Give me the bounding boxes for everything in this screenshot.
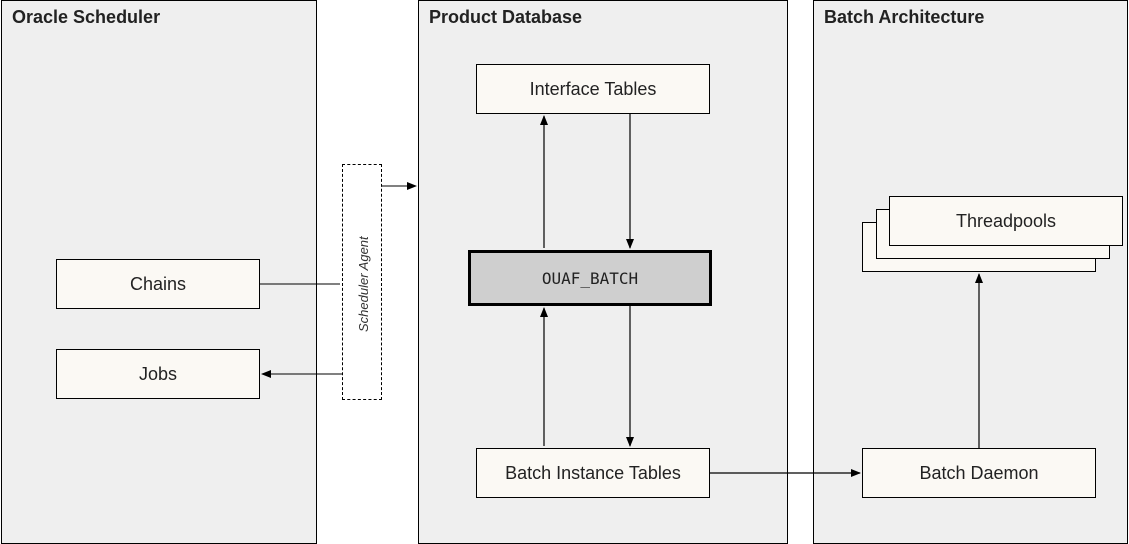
box-chains: Chains bbox=[56, 259, 260, 309]
box-chains-label: Chains bbox=[130, 274, 186, 295]
box-batch-instance-tables-label: Batch Instance Tables bbox=[505, 463, 681, 484]
box-batch-daemon-label: Batch Daemon bbox=[919, 463, 1038, 484]
diagram-stage: Oracle Scheduler Product Database Batch … bbox=[0, 0, 1129, 544]
box-threadpools: Threadpools bbox=[889, 196, 1123, 246]
panel-title-oracle-scheduler: Oracle Scheduler bbox=[12, 7, 160, 28]
box-ouaf-batch-label: OUAF_BATCH bbox=[542, 269, 638, 288]
box-jobs: Jobs bbox=[56, 349, 260, 399]
box-threadpools-label: Threadpools bbox=[956, 211, 1056, 232]
panel-title-batch-architecture: Batch Architecture bbox=[824, 7, 984, 28]
box-interface-tables-label: Interface Tables bbox=[530, 79, 657, 100]
label-scheduler-agent: Scheduler Agent bbox=[356, 236, 371, 332]
box-jobs-label: Jobs bbox=[139, 364, 177, 385]
box-batch-instance-tables: Batch Instance Tables bbox=[476, 448, 710, 498]
box-batch-daemon: Batch Daemon bbox=[862, 448, 1096, 498]
box-interface-tables: Interface Tables bbox=[476, 64, 710, 114]
panel-title-product-database: Product Database bbox=[429, 7, 582, 28]
box-ouaf-batch: OUAF_BATCH bbox=[468, 250, 712, 306]
